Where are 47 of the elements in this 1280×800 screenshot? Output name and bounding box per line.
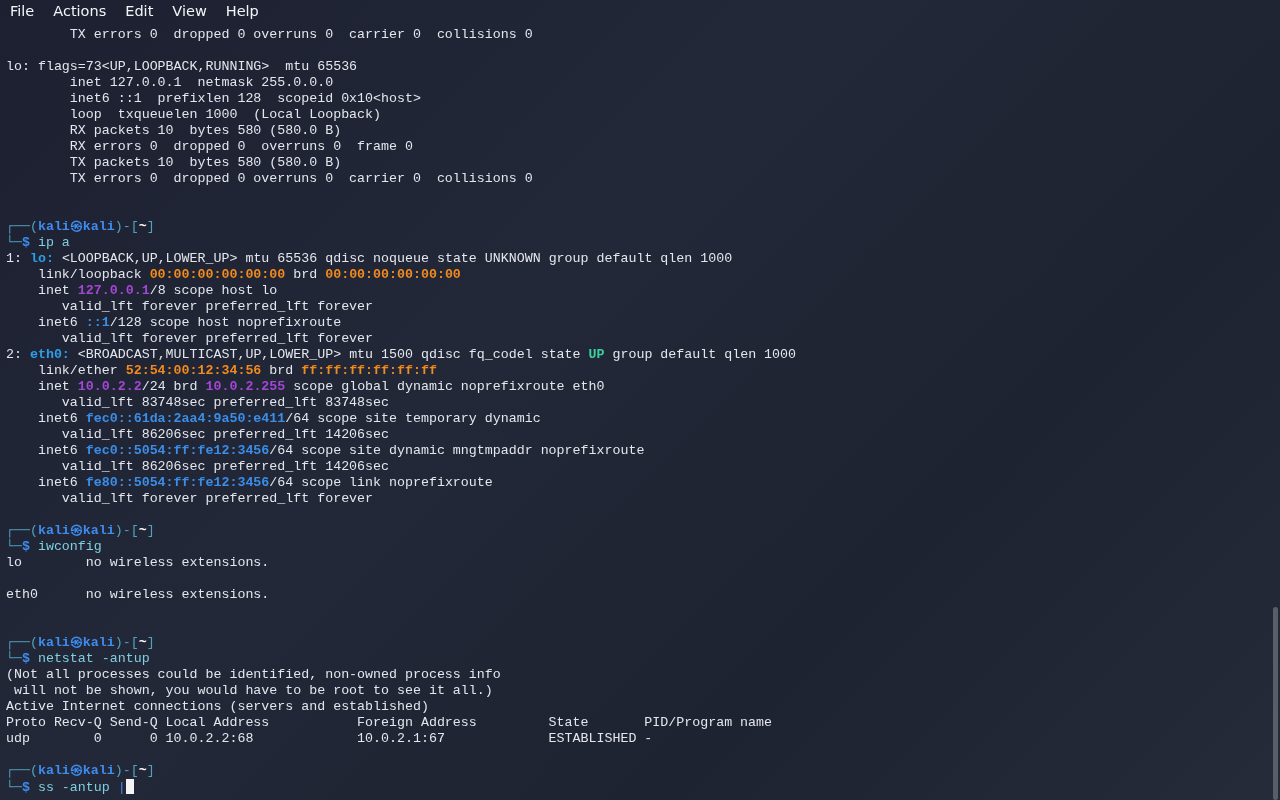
output-line: will not be shown, you would have to be root to see it all.) [12, 683, 493, 698]
output-line: Proto Recv-Q Send-Q Local Address Foreign Address State PID/Program name [6, 715, 773, 730]
output-line: inet6 fe80::5054:ff:fe12:3456/64 scope link noprefixroute [36, 475, 493, 490]
output-line: 2: eth0: <BROADCAST,MULTICAST,UP,LOWER_UP> mtu 1500 qdisc fq_codel state UP group default qlen 1000 [6, 347, 796, 362]
scrollbar-thumb[interactable] [1273, 607, 1278, 800]
output-line: udp 0 0 10.0.2.2:68 10.0.2.1:67 ESTABLISHED - [6, 731, 653, 746]
output-line: inet 10.0.2.2/24 brd 10.0.2.255 scope global dynamic noprefixroute eth0 [36, 379, 605, 394]
output-line: TX errors 0 dropped 0 overruns 0 carrier 0 collisions 0 [68, 27, 533, 42]
output-line: TX packets 10 bytes 580 (580.0 B) [68, 155, 342, 170]
prompt-line: ┌──(kali㉿kali)-[~] [6, 763, 155, 778]
output-line: inet6 fec0::5054:ff:fe12:3456/64 scope site dynamic mngtmpaddr noprefixroute [36, 443, 645, 458]
output-line: valid_lft 83748sec preferred_lft 83748sec [60, 395, 389, 410]
menu-item[interactable]: Edit [125, 0, 161, 22]
output-line: link/ether 52:54:00:12:34:56 brd ff:ff:ff:ff:ff:ff [36, 363, 437, 378]
output-line: TX errors 0 dropped 0 overruns 0 carrier 0 collisions 0 [68, 171, 533, 186]
output-line: valid_lft forever preferred_lft forever [60, 331, 374, 346]
command-input-line[interactable]: └─$ ss -antup | [6, 780, 126, 795]
output-line: inet6 fec0::61da:2aa4:9a50:e411/64 scope site temporary dynamic [36, 411, 541, 426]
text-cursor [125, 779, 134, 794]
output-line: inet 127.0.0.1 netmask 255.0.0.0 [68, 75, 334, 90]
output-line: (Not all processes could be identified, non-owned process info [6, 667, 501, 682]
menu-item[interactable]: Help [225, 0, 266, 22]
menu-item[interactable]: File [10, 0, 42, 22]
output-line: RX errors 0 dropped 0 overruns 0 frame 0 [68, 139, 413, 154]
output-line: valid_lft forever preferred_lft forever [60, 491, 374, 506]
output-line: valid_lft 86206sec preferred_lft 14206sec [60, 459, 389, 474]
output-line: valid_lft 86206sec preferred_lft 14206sec [60, 427, 389, 442]
output-line: inet6 ::1 prefixlen 128 scopeid 0x10<host> [68, 91, 421, 106]
output-line: inet6 ::1/128 scope host noprefixroute [36, 315, 342, 330]
command-line: └─$ netstat -antup [6, 651, 150, 666]
output-line: lo no wireless extensions. [6, 555, 270, 570]
menu-item[interactable]: Actions [53, 0, 114, 22]
output-line: valid_lft forever preferred_lft forever [60, 299, 374, 314]
menu-item[interactable]: View [172, 0, 214, 22]
prompt-line: ┌──(kali㉿kali)-[~] [6, 219, 155, 234]
prompt-line: ┌──(kali㉿kali)-[~] [6, 523, 155, 538]
output-line: link/loopback 00:00:00:00:00:00 brd 00:00:00:00:00:00 [36, 267, 461, 282]
command-line: └─$ iwconfig [6, 539, 102, 554]
output-line: inet 127.0.0.1/8 scope host lo [36, 283, 278, 298]
command-line: └─$ ip a [6, 235, 70, 250]
output-line: 1: lo: <LOOPBACK,UP,LOWER_UP> mtu 65536 qdisc noqueue state UNKNOWN group default qlen 1000 [6, 251, 733, 266]
prompt-line: ┌──(kali㉿kali)-[~] [6, 635, 155, 650]
output-line: eth0 no wireless extensions. [6, 587, 270, 602]
output-line: loop txqueuelen 1000 (Local Loopback) [68, 107, 382, 122]
output-line: lo: flags=73<UP,LOOPBACK,RUNNING> mtu 65536 [6, 59, 358, 74]
output-line: Active Internet connections (servers and established) [6, 699, 429, 714]
output-line: RX packets 10 bytes 580 (580.0 B) [68, 123, 342, 138]
